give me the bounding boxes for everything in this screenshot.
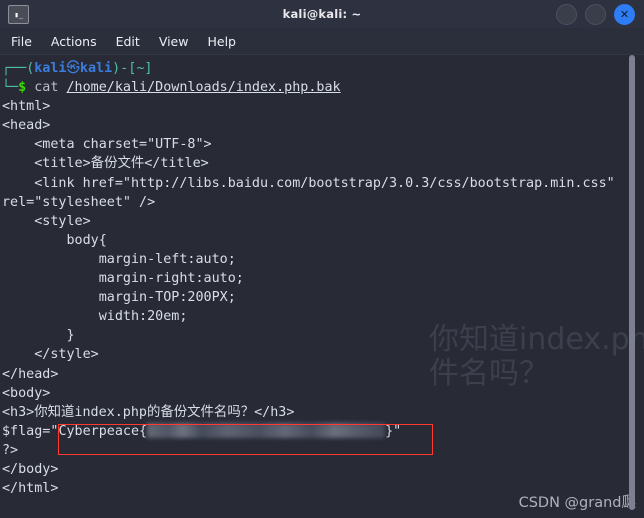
- redacted-flag-blur: [147, 422, 386, 438]
- menu-item-view[interactable]: View: [159, 34, 189, 49]
- prompt-at-icon: ㉿: [66, 61, 80, 76]
- window-controls: ✕: [556, 4, 635, 25]
- prompt-line-command: └─$ cat /home/kali/Downloads/index.php.b…: [2, 78, 644, 97]
- output-line: </html>: [2, 481, 59, 497]
- menubar: File Actions Edit View Help: [0, 28, 644, 55]
- output-line: </style>: [2, 347, 99, 363]
- output-line: margin-left:auto;: [2, 251, 236, 267]
- menu-item-file[interactable]: File: [11, 34, 32, 49]
- minimize-button[interactable]: [556, 4, 577, 25]
- output-line: margin-right:auto;: [2, 271, 244, 287]
- vertical-scrollbar[interactable]: [629, 55, 635, 510]
- output-line: }: [2, 328, 75, 344]
- prompt-line-top: ┌──(kali㉿kali)-[~]: [2, 59, 644, 78]
- output-line: <meta charset="UTF-8">: [2, 137, 212, 153]
- titlebar: ▮_ kali@kali: ~ ✕: [0, 0, 644, 28]
- output-line: width:20em;: [2, 309, 188, 325]
- command-argument-path: /home/kali/Downloads/index.php.bak: [66, 80, 341, 96]
- output-line: </head>: [2, 366, 59, 382]
- output-line: margin-TOP:200PX;: [2, 290, 236, 306]
- output-line: </body>: [2, 461, 59, 477]
- menu-item-actions[interactable]: Actions: [51, 34, 97, 49]
- output-line: <style>: [2, 213, 91, 229]
- output-line: <head>: [2, 118, 51, 134]
- output-line: <h3>你知道index.php的备份文件名吗？</h3>: [2, 404, 295, 420]
- output-line: body{: [2, 232, 107, 248]
- prompt-user: kali: [34, 61, 67, 76]
- output-line: ?>: [2, 442, 19, 458]
- prompt-host: kali: [79, 61, 113, 76]
- prompt-cwd: [~]: [128, 61, 153, 76]
- close-button[interactable]: ✕: [614, 4, 635, 25]
- flag-line: $flag="Cyberpeace{ }": [2, 422, 644, 441]
- prompt-box-bottom: └─: [2, 80, 19, 96]
- flag-visible-text: Cyberpeace{: [58, 423, 148, 439]
- output-line: <html>: [2, 99, 51, 115]
- command-name: cat: [34, 80, 59, 96]
- menu-item-help[interactable]: Help: [207, 34, 236, 49]
- output-line: <body>: [2, 385, 51, 401]
- maximize-button[interactable]: [585, 4, 606, 25]
- output-line: <title>备份文件</title>: [2, 156, 209, 172]
- flag-suffix: }": [385, 423, 402, 439]
- close-icon: ✕: [619, 8, 630, 21]
- prompt-close-paren: ): [112, 61, 121, 76]
- flag-prefix: $flag=": [2, 423, 59, 439]
- prompt-box-top: ┌──: [2, 61, 27, 76]
- terminal-output-area[interactable]: 你知道index.ph 件名吗？ ┌──(kali㉿kali)-[~] └─$ …: [0, 55, 644, 518]
- output-line: rel="stylesheet" />: [2, 194, 156, 210]
- menu-item-edit[interactable]: Edit: [116, 34, 140, 49]
- output-line: <link href="http://libs.baidu.com/bootst…: [2, 175, 615, 191]
- window-title: kali@kali: ~: [282, 7, 362, 21]
- terminal-window: ▮_ kali@kali: ~ ✕ File Actions Edit View…: [0, 0, 644, 518]
- prompt-dollar: $: [18, 80, 27, 96]
